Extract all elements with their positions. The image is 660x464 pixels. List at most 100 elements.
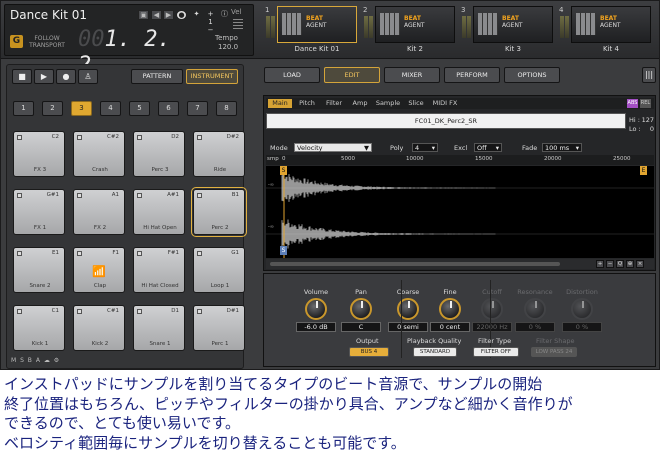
pad-select-box[interactable] [77,251,82,256]
drum-pad[interactable]: A#1 Hi Hat Open [133,189,185,235]
kit-slot-2[interactable]: 2 BEAT AGENT Kit 2 [361,4,457,56]
knob-value[interactable]: 0 semi [388,322,428,332]
follow-transport-icon[interactable]: G [10,35,23,48]
close-icon[interactable]: × [636,260,644,268]
knob-dial[interactable] [439,298,461,320]
filter-shape-select[interactable]: LOW PASS 24 [531,347,577,357]
drum-pad[interactable]: A1 FX 2 [73,189,125,235]
kit-slot-4[interactable]: 4 BEAT AGENT Kit 4 [557,4,653,56]
waveform-scrollbar[interactable]: + − Q ⊕ × [266,259,654,269]
subtab-amp[interactable]: Amp [350,99,370,108]
drum-pad[interactable]: C#1 Kick 2 [73,305,125,351]
drum-pad[interactable]: B1 Perc 2 [191,187,247,237]
knob-value[interactable]: C [341,322,381,332]
drum-pad[interactable]: D#2 Ride [193,131,245,177]
waveform-view[interactable]: S E -∞ -∞ S [266,166,654,258]
knob-dial[interactable] [350,298,372,320]
lo-key-value[interactable]: 0 [650,125,654,133]
pad-select-box[interactable] [137,193,142,198]
knob-dial[interactable] [305,298,327,320]
stop-button[interactable]: ■ [12,69,32,84]
hi-key-value[interactable]: 127 [642,116,654,124]
pad-select-box[interactable] [137,309,142,314]
knob-dial[interactable] [481,298,503,320]
metronome-button[interactable]: ♙ [78,69,98,84]
tab-edit[interactable]: EDIT [324,67,380,83]
knob-value[interactable]: 22000 Hz [472,322,512,332]
drum-pad[interactable]: D#1 Perc 1 [193,305,245,351]
poly-field[interactable]: 4 ▾ [412,143,438,152]
fade-field[interactable]: 100 ms ▾ [542,143,582,152]
pad-select-box[interactable] [197,193,202,198]
pad-select-box[interactable] [77,309,82,314]
pad-select-box[interactable] [197,135,202,140]
slice-marker[interactable]: S [280,246,287,255]
subtab-pitch[interactable]: Pitch [296,99,318,108]
power-icon[interactable]: ● [176,10,187,20]
knob-value[interactable]: 0 % [515,322,555,332]
bank-button-2[interactable]: 2 [42,101,63,116]
kit-slot-3[interactable]: 3 BEAT AGENT Kit 3 [459,4,555,56]
drum-pad[interactable]: D2 Perc 3 [133,131,185,177]
tab-load[interactable]: LOAD [264,67,320,83]
zoom-fit-icon[interactable]: Q [616,260,624,268]
playback-quality-select[interactable]: STANDARD [413,347,457,357]
zoom-out-icon[interactable]: − [606,260,614,268]
end-marker[interactable]: E [640,166,647,175]
kit-name[interactable]: Dance Kit 01 [10,8,87,22]
save-icon[interactable]: ▣ [138,10,149,20]
start-marker[interactable]: S [280,166,287,175]
tab-options[interactable]: OPTIONS [504,67,560,83]
pad-select-box[interactable] [17,193,22,198]
drum-pad[interactable]: F1 📶 Clap [73,247,125,293]
instrument-button[interactable]: INSTRUMENT [186,69,238,84]
abs-button[interactable]: ABS [627,99,638,108]
bank-button-7[interactable]: 7 [187,101,208,116]
zoom-sel-icon[interactable]: ⊕ [626,260,634,268]
bank-button-4[interactable]: 4 [100,101,121,116]
subtab-filter[interactable]: Filter [322,99,346,108]
kit-slot-1[interactable]: 1 BEAT AGENT Dance Kit 01 [263,4,359,56]
tempo-value[interactable]: 120.0 [218,43,238,51]
knob-value[interactable]: 0 cent [430,322,470,332]
pad-select-box[interactable] [77,193,82,198]
record-button[interactable]: ● [56,69,76,84]
pattern-button[interactable]: PATTERN [131,69,183,84]
drum-pad[interactable]: C1 Kick 1 [13,305,65,351]
zoom-in-icon[interactable]: + [596,260,604,268]
bank-button-6[interactable]: 6 [158,101,179,116]
bank-button-5[interactable]: 5 [129,101,150,116]
subtab-main[interactable]: Main [268,99,292,108]
knob-dial[interactable] [524,298,546,320]
drum-pad[interactable]: E1 Snare 2 [13,247,65,293]
output-select[interactable]: BUS 4 [349,347,389,357]
drum-pad[interactable]: G1 Loop 1 [193,247,245,293]
rel-button[interactable]: REL [640,99,651,108]
mode-dropdown[interactable]: Velocity ▼ [294,143,372,152]
subtab-slice[interactable]: Slice [406,99,426,108]
drum-pad[interactable]: D1 Snare 1 [133,305,185,351]
prev-icon[interactable]: ◀ [151,10,162,20]
pad-footer-icons[interactable]: M S B A ☁ ⚙ [11,357,60,364]
drum-pad[interactable]: F#1 Hi Hat Closed [133,247,185,293]
subtab-midi-fx[interactable]: MIDI FX [430,99,460,108]
scroll-track[interactable] [270,262,560,266]
subtab-sample[interactable]: Sample [374,99,402,108]
drum-pad[interactable]: C#2 Crash [73,131,125,177]
pad-select-box[interactable] [17,135,22,140]
pad-select-box[interactable] [197,251,202,256]
drum-pad[interactable]: C2 FX 3 [13,131,65,177]
pad-select-box[interactable] [137,135,142,140]
knob-dial[interactable] [571,298,593,320]
pad-select-box[interactable] [137,251,142,256]
info-icon[interactable]: ⓘ [219,10,230,20]
excl-field[interactable]: Off ▾ [474,143,502,152]
bank-button-1[interactable]: 1 [13,101,34,116]
bank-button-8[interactable]: 8 [216,101,237,116]
play-button[interactable]: ▶ [34,69,54,84]
filter-type-select[interactable]: FILTER OFF [473,347,519,357]
piano-icon[interactable]: ||| [642,67,656,83]
knob-value[interactable]: -6.0 dB [296,322,336,332]
next-icon[interactable]: ▶ [163,10,174,20]
pad-select-box[interactable] [17,309,22,314]
